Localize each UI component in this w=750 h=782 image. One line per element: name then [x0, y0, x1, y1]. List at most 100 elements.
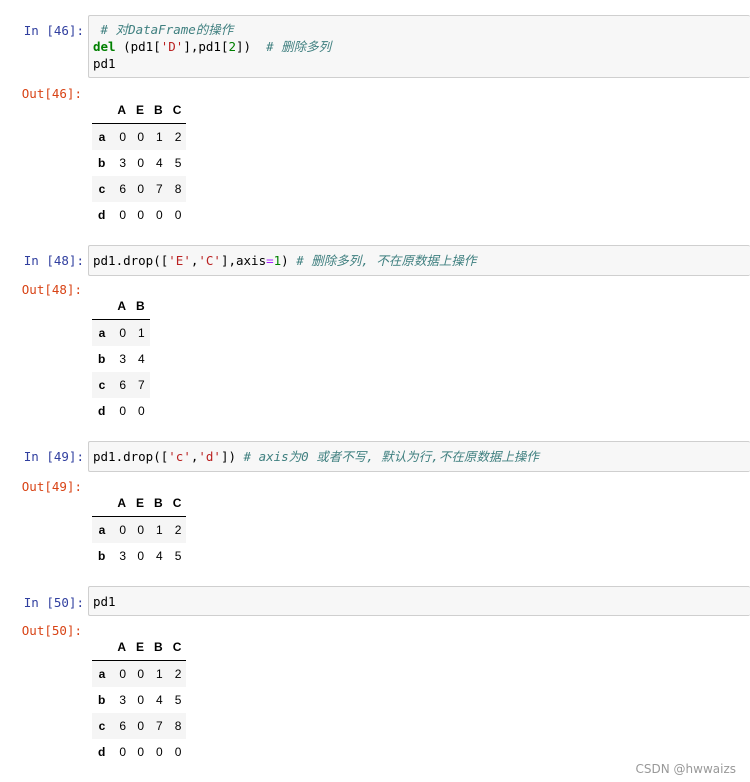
table-header-row: AEBC — [92, 96, 187, 124]
row-index: d — [98, 745, 106, 759]
code-text: pd1 — [93, 56, 116, 71]
code-text: pd1.drop([ — [93, 449, 169, 464]
column-header: B — [149, 96, 168, 124]
code-input[interactable]: pd1 — [88, 586, 750, 616]
out-prompt: Out[50]: — [21, 623, 82, 638]
table-row: b3045 — [92, 150, 186, 176]
in-prompt: In [48]: — [23, 253, 84, 268]
table-row: d0000 — [92, 202, 186, 228]
table-cell: 0 — [137, 156, 145, 170]
code-keyword: del — [93, 39, 116, 54]
row-index: d — [98, 404, 106, 418]
table-cell: 2 — [174, 523, 182, 537]
row-index: a — [98, 130, 106, 144]
table-cell: 6 — [119, 378, 127, 392]
table-row: c6078 — [92, 713, 187, 739]
out-prompt: Out[49]: — [21, 479, 82, 494]
code-text: ]) — [220, 449, 244, 464]
row-index: c — [98, 182, 106, 196]
table-header-row: AEBC — [92, 633, 187, 661]
index-corner — [92, 489, 113, 517]
code-comment: # 删除多列, 不在原数据上操作 — [296, 253, 477, 268]
row-index: b — [98, 549, 106, 563]
table-cell: 2 — [174, 130, 182, 144]
table-cell: 3 — [119, 352, 127, 366]
table-cell: 4 — [156, 549, 163, 563]
table-row: d00 — [92, 398, 150, 424]
table-row: a01 — [92, 319, 150, 346]
table-cell: 0 — [174, 208, 182, 222]
table-cell: 7 — [156, 182, 163, 196]
table-cell: 8 — [174, 719, 182, 733]
column-header: A — [112, 96, 132, 124]
dataframe-output: AEBCa0012b3045c6078d0000 — [92, 96, 187, 228]
row-index: c — [98, 719, 106, 733]
row-index: a — [98, 326, 106, 340]
row-index: b — [98, 156, 106, 170]
table-cell: 0 — [138, 404, 145, 418]
table-cell: 0 — [137, 130, 145, 144]
dataframe-output: AEBCa0012b3045c6078d0000 — [92, 633, 187, 765]
index-corner — [92, 633, 113, 661]
table-cell: 3 — [119, 156, 127, 170]
code-input[interactable]: pd1.drop(['E','C'],axis=1) # 删除多列, 不在原数据… — [88, 245, 750, 276]
table-cell: 0 — [174, 745, 182, 759]
table-cell: 0 — [137, 667, 145, 681]
table-cell: 0 — [119, 523, 127, 537]
table-cell: 0 — [119, 326, 127, 340]
table-cell: 6 — [119, 182, 127, 196]
table-cell: 0 — [137, 182, 145, 196]
table-cell: 0 — [137, 523, 145, 537]
table-cell: 1 — [156, 130, 163, 144]
table-row: c67 — [92, 372, 150, 398]
column-header: E — [131, 633, 150, 661]
table-cell: 5 — [174, 156, 182, 170]
code-number: 2 — [228, 39, 236, 54]
table-cell: 8 — [174, 182, 182, 196]
table-row: b34 — [92, 346, 150, 372]
table-cell: 0 — [119, 745, 127, 759]
row-index: a — [98, 523, 106, 537]
code-text: ],pd1[ — [183, 39, 229, 54]
code-text: pd1 — [93, 594, 116, 609]
table-row: c6078 — [92, 176, 187, 202]
column-header: E — [131, 96, 150, 124]
table-cell: 0 — [137, 745, 145, 759]
code-comment: # 对DataFrame的操作 — [93, 22, 234, 37]
table-cell: 7 — [138, 378, 145, 392]
code-string: 'D' — [160, 39, 184, 54]
dataframe-output: ABa01b34c67 d 0 0 — [92, 292, 150, 424]
row-index: d — [98, 208, 106, 222]
table-cell: 1 — [156, 523, 163, 537]
code-text: ]) — [236, 39, 267, 54]
table-cell: 7 — [156, 719, 163, 733]
code-text: pd1.drop([ — [93, 253, 169, 268]
table-cell: 3 — [119, 549, 127, 563]
out-prompt: Out[46]: — [21, 86, 82, 101]
code-input[interactable]: # 对DataFrame的操作 del (pd1['D'],pd1[2]) # … — [88, 15, 750, 78]
row-index: a — [98, 667, 106, 681]
table-row: a0012 — [92, 660, 187, 687]
table-cell: 0 — [137, 208, 145, 222]
table-cell: 4 — [138, 352, 145, 366]
table-cell: 0 — [137, 693, 145, 707]
table-cell: 4 — [156, 693, 163, 707]
index-corner — [92, 96, 113, 124]
table-cell: 5 — [174, 549, 182, 563]
code-text: ) — [281, 253, 297, 268]
table-row: d0000 — [92, 739, 186, 765]
table-cell: 6 — [119, 719, 127, 733]
in-prompt: In [50]: — [23, 595, 84, 610]
dataframe-output: AEBCa0012b3045 — [92, 489, 187, 569]
code-input[interactable]: pd1.drop(['c','d']) # axis为0 或者不写, 默认为行,… — [88, 441, 750, 472]
table-cell: 5 — [174, 693, 182, 707]
table-cell: 2 — [174, 667, 182, 681]
table-header-row: AB — [92, 292, 150, 320]
code-operator: = — [266, 253, 274, 268]
table-cell: 0 — [137, 719, 145, 733]
table-cell: 0 — [119, 667, 127, 681]
code-text: ],axis — [220, 253, 267, 268]
table-row: b3045 — [92, 687, 186, 713]
table-row: b3045 — [92, 543, 186, 569]
column-header: A — [112, 489, 132, 517]
